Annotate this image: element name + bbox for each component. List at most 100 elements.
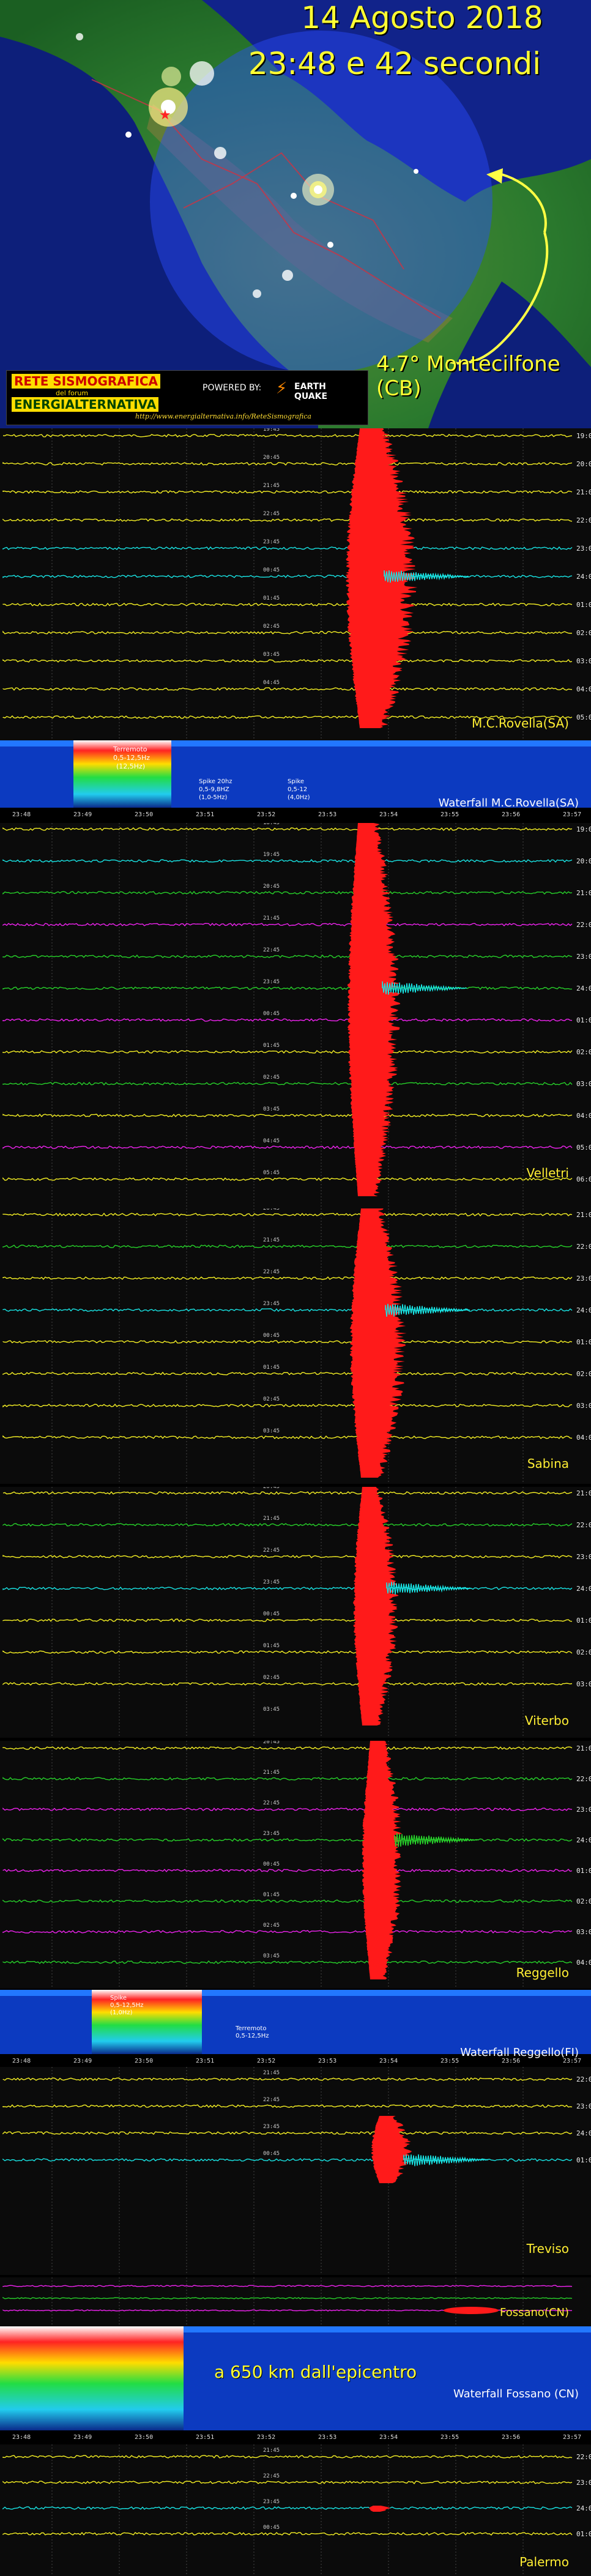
seismogram-velletri: 19:00 20:00 21:00 22:00 23:00 24:00 01:00 02:00… bbox=[0, 823, 591, 1208]
time-label-left: 01:45 bbox=[263, 1364, 280, 1371]
trace-line bbox=[2, 1618, 573, 1623]
time-label-left: 23:45 bbox=[263, 1579, 280, 1585]
time-label-right: 24:00 bbox=[576, 1306, 591, 1314]
header-time: 23:48 e 42 secondi bbox=[248, 46, 541, 81]
trace-line bbox=[2, 1554, 573, 1558]
trace-line bbox=[2, 1212, 573, 1217]
trace-line bbox=[2, 1049, 573, 1054]
waterfall-axis-label: 23:55 bbox=[440, 811, 459, 818]
time-label-right: 01:00 bbox=[576, 1867, 591, 1875]
coda-trace bbox=[385, 1303, 470, 1317]
event-label: 4.7° Montecilfone (CB) bbox=[376, 352, 560, 401]
time-label-right: 03:00 bbox=[576, 657, 591, 665]
station-label-treviso: Treviso bbox=[526, 2241, 569, 2256]
waterfall-axis-label: 23:49 bbox=[73, 2058, 92, 2064]
seismogram-fossano: Fossano(CN) bbox=[0, 2277, 591, 2326]
trace-line bbox=[2, 2104, 573, 2109]
earthquake-burst bbox=[353, 1487, 399, 1725]
time-label-left: 21:45 bbox=[263, 1516, 280, 1522]
time-label-left: 22:45 bbox=[263, 2097, 280, 2103]
wf1-note-f: (1,0-5Hz) bbox=[199, 794, 228, 801]
trace-line bbox=[2, 1404, 573, 1408]
time-label-left: 02:45 bbox=[263, 1675, 280, 1681]
time-label-right: 03:00 bbox=[576, 1080, 591, 1088]
time-label-right: 03:00 bbox=[576, 1402, 591, 1410]
time-label-left: 22:45 bbox=[263, 1800, 280, 1806]
time-label-right: 20:00 bbox=[576, 857, 591, 865]
coda-trace bbox=[403, 2154, 489, 2167]
earthquake-burst bbox=[369, 2506, 391, 2512]
time-label-left: 05:45 bbox=[263, 1170, 280, 1176]
trace-line bbox=[2, 1245, 573, 1248]
waterfall-field bbox=[0, 1990, 591, 2054]
time-label-left: 22:45 bbox=[263, 947, 280, 953]
trace-line bbox=[2, 461, 573, 466]
time-label-left: 00:45 bbox=[263, 1333, 280, 1339]
time-label-left: 23:45 bbox=[263, 1831, 280, 1837]
seismogram-treviso: 22:00 23:00 24:00 01:00 21:45 22:45 23:45 00:45… bbox=[0, 2067, 591, 2275]
waterfall-axis-label: 23:53 bbox=[318, 2434, 336, 2441]
time-label-right: 01:00 bbox=[576, 1338, 591, 1346]
wf2-note-c: (1,0Hz) bbox=[110, 2009, 133, 2016]
trace-line bbox=[2, 1522, 573, 1527]
time-label-right: 02:00 bbox=[576, 1048, 591, 1056]
network-url[interactable]: http://www.energialternativa.info/ReteSi… bbox=[135, 412, 311, 420]
trace-line bbox=[2, 490, 573, 494]
waterfall-axis-label: 23:57 bbox=[563, 811, 581, 818]
waterfall-axis-label: 23:52 bbox=[257, 2058, 275, 2064]
fossano-burst bbox=[444, 2307, 499, 2314]
time-label-left: 21:45 bbox=[263, 1237, 280, 1243]
time-label-left: 01:45 bbox=[263, 1043, 280, 1049]
earthquake-burst bbox=[347, 823, 401, 1196]
seismogram-composite: { "header": { "date": "14 Agosto 2018", … bbox=[0, 0, 591, 2576]
waterfall-rovella: 23:48 23:49 23:50 23:51 23:52 23:53 23:54 23:55… bbox=[0, 740, 591, 820]
waterfall-axis-label: 23:54 bbox=[379, 2058, 398, 2064]
time-label-left: 03:45 bbox=[263, 1707, 280, 1713]
earthquake-icon: ⚡ bbox=[276, 379, 288, 398]
time-label-left: 20:45 bbox=[263, 1487, 280, 1490]
time-label-left: 00:45 bbox=[263, 2525, 280, 2531]
trace-line bbox=[2, 434, 573, 437]
trace-line bbox=[2, 1276, 573, 1280]
wf1-note-e: 0,5-9,8HZ bbox=[199, 786, 229, 793]
time-label-right: 22:00 bbox=[576, 1243, 591, 1251]
waterfall-band bbox=[0, 1990, 591, 1996]
time-label-left: 23:45 bbox=[263, 2124, 280, 2130]
time-label-left: 03:45 bbox=[263, 1953, 280, 1959]
waterfall-axis-label: 23:51 bbox=[196, 811, 214, 818]
time-label-right: 19:00 bbox=[576, 432, 591, 440]
time-label-left: 00:45 bbox=[263, 567, 280, 573]
waterfall-axis-label: 23:54 bbox=[379, 2434, 398, 2441]
trace-line bbox=[2, 546, 573, 551]
waterfall-axis-label: 23:48 bbox=[12, 2058, 31, 2064]
trace-line bbox=[2, 1899, 573, 1903]
time-label-left: 02:45 bbox=[263, 624, 280, 630]
trace-line bbox=[2, 630, 573, 635]
station-label-reggello: Reggello bbox=[516, 1965, 569, 1980]
trace-line bbox=[2, 1435, 573, 1440]
time-label-right: 23:00 bbox=[576, 2102, 591, 2110]
trace-line bbox=[2, 1082, 573, 1086]
waterfall-axis-label: 23:48 bbox=[12, 811, 31, 818]
network-title: RETE SISMOGRAFICA bbox=[12, 374, 161, 389]
time-label-right: 21:00 bbox=[576, 488, 591, 496]
waterfall-axis-label: 23:56 bbox=[502, 2434, 520, 2441]
trace-line bbox=[2, 2131, 573, 2135]
trace-line bbox=[2, 954, 573, 958]
trace-line bbox=[2, 1145, 573, 1149]
time-label-right: 04:00 bbox=[576, 1959, 591, 1967]
trace-line bbox=[2, 1682, 573, 1686]
time-label-right: 21:00 bbox=[576, 1211, 591, 1219]
time-label-left: 20:45 bbox=[263, 455, 280, 461]
powered-by: POWERED BY: bbox=[203, 383, 262, 393]
waterfall-axis-label: 23:51 bbox=[196, 2058, 214, 2064]
waterfall-axis-label: 23:49 bbox=[73, 2434, 92, 2441]
time-label-left: 19:45 bbox=[263, 852, 280, 858]
waterfall-fossano: 23:48 23:49 23:50 23:51 23:52 23:53 23:54 23:55… bbox=[0, 2326, 591, 2443]
trace-line bbox=[2, 923, 573, 927]
trace-line bbox=[2, 2296, 573, 2299]
waterfall-axis-label: 23:50 bbox=[135, 811, 153, 818]
waterfall-label-fossano: Waterfall Fossano (CN) bbox=[453, 2388, 579, 2400]
wf1-note-b: 0,5-12,5Hz bbox=[113, 754, 151, 762]
time-label-left: 04:45 bbox=[263, 1138, 280, 1144]
